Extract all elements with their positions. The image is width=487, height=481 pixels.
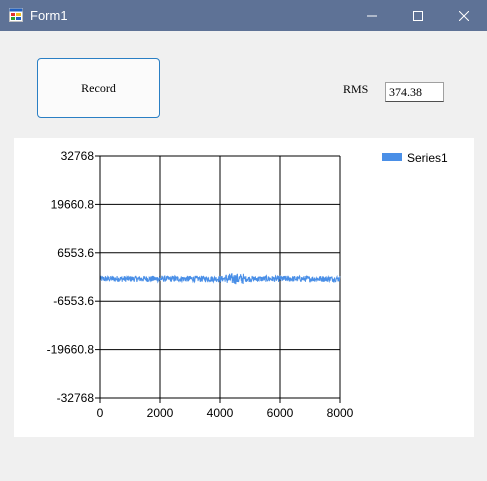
chart: 32768 19660.8 6553.6 -6553.6 -19660.8 -327680… (47, 149, 448, 420)
x-tick-label: 8000 (327, 406, 354, 420)
x-tick-label: 2000 (147, 406, 174, 420)
minimize-icon (367, 15, 377, 16)
chart-panel: 32768 19660.8 6553.6 -6553.6 -19660.8 -32768 0… (14, 138, 474, 437)
x-tick-label: 0 (97, 406, 104, 420)
y-tick-label: 32768 (61, 149, 95, 163)
maximize-icon (413, 10, 423, 21)
y-tick-label: -19660.8 (47, 343, 95, 357)
window-title: Form1 (30, 8, 68, 23)
minimize-button[interactable] (349, 0, 395, 31)
y-tick-label: 6553.6 (57, 246, 94, 260)
title-bar[interactable]: Form1 (0, 0, 487, 31)
legend-swatch (382, 153, 402, 161)
record-button[interactable]: Record (37, 58, 160, 118)
close-button[interactable] (441, 0, 487, 31)
app-window: Form1 Record RMS 32768 19660.8 6553.6 -6553… (0, 0, 487, 481)
app-icon (9, 8, 23, 22)
y-tick-label: 19660.8 (51, 197, 95, 211)
y-tick-label: -6553.6 (53, 294, 94, 308)
maximize-button[interactable] (395, 0, 441, 31)
rms-label: RMS (343, 82, 369, 96)
close-icon (459, 10, 469, 21)
y-tick-label: -32768 (57, 391, 95, 405)
x-tick-label: 6000 (267, 406, 294, 420)
rms-value-field[interactable] (385, 82, 444, 102)
legend-label: Series1 (407, 151, 448, 165)
x-tick-label: 4000 (207, 406, 234, 420)
